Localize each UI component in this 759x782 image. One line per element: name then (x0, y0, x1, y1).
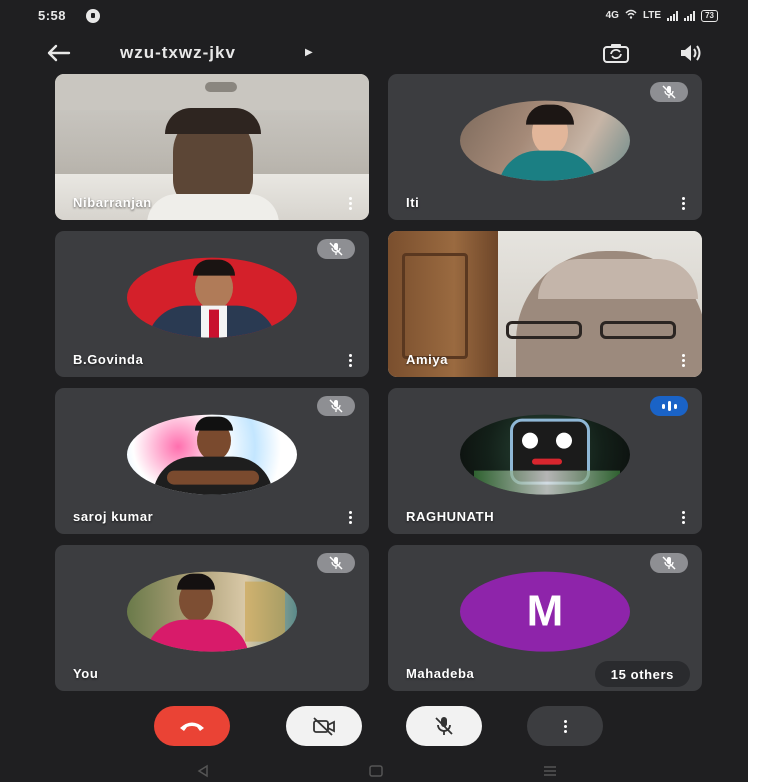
dot-icon (681, 201, 685, 205)
tile-menu-button[interactable] (345, 194, 355, 212)
status-bar: 5:58 4G LTE 73 (0, 0, 748, 30)
dot-icon (681, 515, 685, 519)
dot-icon (348, 515, 352, 519)
participant-avatar (460, 414, 630, 495)
dot-icon (348, 363, 352, 367)
dot-icon (348, 510, 352, 514)
tile-menu-button[interactable] (678, 508, 688, 526)
participant-name: You (73, 666, 99, 681)
arrow-left-icon (47, 44, 71, 62)
avatar-initial: M (526, 586, 564, 636)
speaker-icon (681, 45, 701, 61)
muted-badge (650, 82, 688, 102)
participant-name: saroj kumar (73, 509, 154, 524)
dot-icon (681, 363, 685, 367)
tile-menu-button[interactable] (678, 194, 688, 212)
camera-switch-button[interactable] (598, 38, 634, 68)
top-bar: wzu-txwz-jkv ▶ (0, 32, 748, 74)
nav-home-icon[interactable] (368, 764, 384, 778)
mic-off-icon (662, 85, 676, 99)
dot-icon (681, 206, 685, 210)
caret-right-icon[interactable]: ▶ (305, 47, 313, 58)
dot-icon (348, 520, 352, 524)
dot-icon (348, 358, 352, 362)
end-call-button[interactable] (154, 706, 230, 746)
others-count: 15 others (610, 666, 674, 682)
participant-avatar (127, 257, 297, 338)
phone-hangup-icon (180, 722, 204, 731)
status-indicators: 4G LTE 73 (606, 9, 718, 22)
dot-icon (348, 196, 352, 200)
participant-tile[interactable]: You (55, 545, 369, 691)
participant-avatar (460, 100, 630, 181)
muted-badge (317, 396, 355, 416)
participant-avatar (127, 571, 297, 652)
muted-badge (650, 553, 688, 573)
network-label-right: LTE (642, 10, 662, 21)
mic-off-icon (329, 556, 343, 570)
call-controls (0, 700, 748, 752)
nav-back-icon[interactable] (196, 764, 210, 778)
system-nav-bar (0, 760, 748, 782)
mic-off-icon (662, 556, 676, 570)
battery-icon: 73 (701, 9, 718, 22)
participant-name: Amiya (406, 352, 449, 367)
participant-tile[interactable]: saroj kumar (55, 388, 369, 534)
participant-name: RAGHUNATH (406, 509, 495, 524)
participant-name: B.Govinda (73, 352, 144, 367)
dot-icon (681, 510, 685, 514)
tile-menu-button[interactable] (678, 351, 688, 369)
participant-tile[interactable]: Amiya (388, 231, 702, 377)
dot-icon (348, 353, 352, 357)
network-label-left: 4G (605, 10, 619, 21)
mic-off-icon (329, 242, 343, 256)
participant-avatar (127, 414, 297, 495)
participant-name: Iti (406, 195, 420, 210)
meet-screen: 5:58 4G LTE 73 wzu-txwz-jkv ▶ Nibarranja… (0, 0, 748, 782)
notification-icon (86, 9, 100, 23)
dot-icon (681, 196, 685, 200)
dot-icon (681, 353, 685, 357)
audio-level-bar (661, 403, 665, 409)
muted-badge (317, 239, 355, 259)
more-vertical-icon (563, 719, 567, 733)
participant-tile[interactable]: M Mahadeba 15 others (388, 545, 702, 691)
status-time: 5:58 (38, 8, 67, 23)
speaker-button[interactable] (673, 38, 709, 68)
participant-name: Mahadeba (406, 666, 475, 681)
participant-avatar: M (460, 571, 630, 652)
mic-off-icon (329, 399, 343, 413)
participant-tile[interactable]: B.Govinda (55, 231, 369, 377)
mic-off-icon (435, 717, 453, 735)
speaking-indicator (650, 396, 688, 416)
signal-icon (667, 10, 679, 21)
tile-menu-button[interactable] (345, 508, 355, 526)
signal-icon-2 (684, 10, 696, 21)
audio-level-bar (667, 401, 671, 411)
dot-icon (348, 206, 352, 210)
participant-tile[interactable]: Iti (388, 74, 702, 220)
participant-tile[interactable]: Nibarranjan (55, 74, 369, 220)
wifi-icon (625, 9, 637, 22)
muted-badge (317, 553, 355, 573)
dot-icon (681, 358, 685, 362)
back-button[interactable] (40, 38, 76, 68)
participant-tile[interactable]: RAGHUNATH (388, 388, 702, 534)
camera-toggle-button[interactable] (286, 706, 362, 746)
nav-recents-icon[interactable] (542, 764, 558, 778)
dot-icon (348, 201, 352, 205)
audio-level-bar (673, 403, 677, 409)
others-chip[interactable]: 15 others (594, 661, 690, 687)
tile-menu-button[interactable] (345, 351, 355, 369)
meeting-code[interactable]: wzu-txwz-jkv (120, 43, 236, 63)
video-off-icon (313, 717, 335, 736)
participant-name: Nibarranjan (73, 195, 152, 210)
more-options-button[interactable] (527, 706, 603, 746)
camera-switch-icon (603, 44, 629, 63)
dot-icon (681, 520, 685, 524)
mic-toggle-button[interactable] (406, 706, 482, 746)
